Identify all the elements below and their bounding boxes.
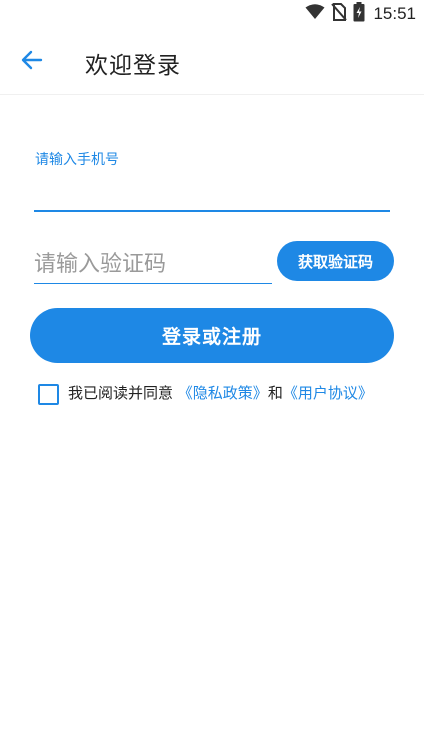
no-sim-icon	[331, 3, 348, 25]
code-input-underline	[34, 283, 272, 284]
privacy-policy-link[interactable]: 《隐私政策》	[178, 384, 268, 402]
agreement-text: 我已阅读并同意 《隐私政策》和《用户协议》	[68, 385, 388, 402]
battery-charging-icon	[353, 2, 365, 26]
user-agreement-link[interactable]: 《用户协议》	[283, 384, 373, 402]
wifi-icon	[305, 4, 325, 24]
status-icons: 15:51	[305, 2, 416, 26]
login-register-button[interactable]: 登录或注册	[30, 308, 394, 363]
back-button[interactable]	[14, 44, 50, 80]
arrow-left-icon	[21, 50, 43, 74]
phone-field-label: 请输入手机号	[35, 152, 119, 168]
page-title: 欢迎登录	[85, 53, 181, 79]
phone-input[interactable]	[34, 172, 389, 210]
verification-code-input[interactable]	[34, 246, 270, 282]
app-bar: 欢迎登录	[0, 28, 424, 95]
status-time: 15:51	[373, 4, 416, 23]
agreement-conjunction: 和	[267, 384, 283, 402]
phone-input-underline	[34, 210, 390, 212]
get-code-button[interactable]: 获取验证码	[277, 241, 394, 281]
agreement-prefix: 我已阅读并同意	[68, 384, 174, 402]
agreement-checkbox[interactable]	[38, 384, 59, 405]
status-bar: 15:51	[0, 0, 424, 28]
